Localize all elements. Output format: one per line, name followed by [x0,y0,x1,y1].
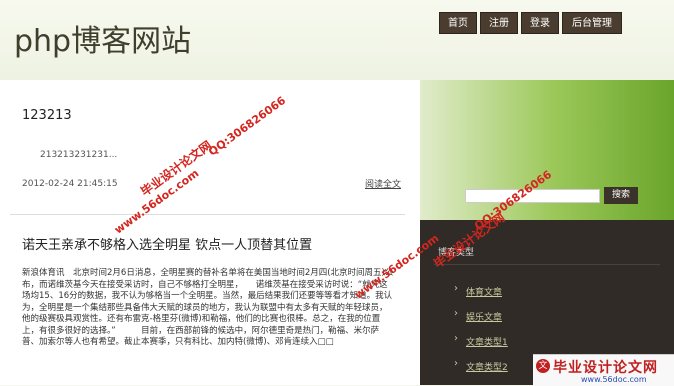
nav-register[interactable]: 注册 [480,12,518,34]
post-date: 2012-02-24 21:45:15 [22,179,118,189]
arrow-icon [454,308,460,319]
nav-home[interactable]: 首页 [439,12,477,34]
logo-icon: 文 [536,359,550,373]
post-excerpt: 213213231231... [40,150,118,160]
arrow-icon [454,333,460,344]
main-nav: 首页 注册 登录 后台管理 [439,12,622,34]
article-body: 新浪体育讯 北京时间2月6日消息，全明星赛的替补名单将在美国当地时间2月四(北京… [22,268,394,347]
category-item[interactable]: 文章类型1 [466,335,508,348]
arrow-icon [454,358,460,369]
site-title: php博客网站 [14,24,192,59]
category-item[interactable]: 娱乐文章 [466,310,502,323]
category-item[interactable]: 文章类型2 [466,360,508,373]
arrow-icon [454,283,460,294]
watermark-banner-title: 毕业设计论文网 [553,360,658,376]
main-content: 123213 213213231231... 2012-02-24 21:45:… [0,80,420,385]
header: php博客网站 首页 注册 登录 后台管理 [0,0,674,80]
sidebar-heading: 博客类型 [434,241,660,265]
nav-login[interactable]: 登录 [521,12,559,34]
divider [10,214,405,215]
watermark-banner-url: www.56doc.com [581,375,647,384]
article-title[interactable]: 诺天王亲承不够格入选全明星 钦点一人顶替其位置 [22,234,312,253]
post-title[interactable]: 123213 [22,108,72,123]
nav-admin[interactable]: 后台管理 [562,12,622,34]
category-item[interactable]: 体育文章 [466,285,502,298]
read-more-link[interactable]: 阅读全文 [365,177,401,190]
watermark-banner: 文 毕业设计论文网 www.56doc.com [533,354,674,386]
search-button[interactable]: 搜索 [604,187,638,204]
search-input[interactable] [465,189,600,203]
